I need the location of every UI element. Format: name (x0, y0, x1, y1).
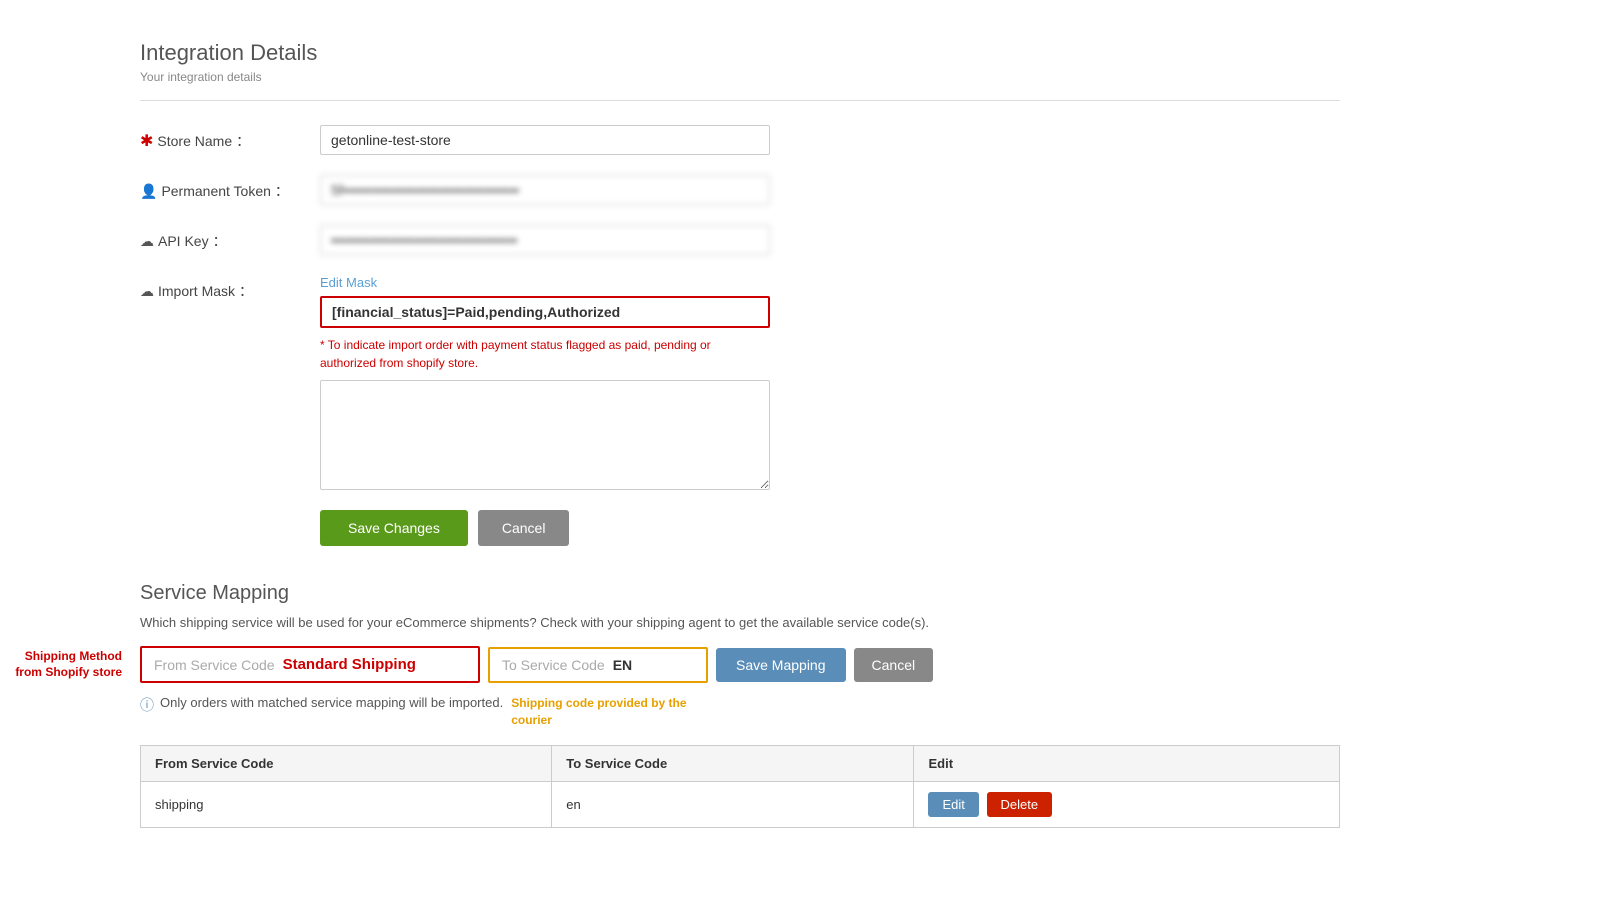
notes-row: ⓘ Only orders with matched service mappi… (140, 695, 1340, 729)
from-service-input-container[interactable]: From Service Code Standard Shipping (140, 646, 480, 683)
save-mapping-button[interactable]: Save Mapping (716, 648, 846, 682)
cancel-button[interactable]: Cancel (478, 510, 570, 546)
to-service-cell: en (552, 781, 914, 827)
import-mask-label: ☁ Import Mask ： (140, 275, 320, 301)
store-name-row: ✱ Store Name ： (140, 125, 1340, 155)
service-mapping-title: Service Mapping (140, 582, 1340, 605)
permanent-token-input[interactable] (320, 175, 770, 205)
from-service-placeholder: From Service Code (154, 657, 275, 673)
import-mask-row: ☁ Import Mask ： Edit Mask * To indicate … (140, 275, 1340, 490)
table-header: From Service Code To Service Code Edit (141, 745, 1340, 781)
import-mask-input[interactable] (320, 296, 770, 328)
edit-mask-link[interactable]: Edit Mask (320, 275, 770, 290)
api-key-label: ☁ API Key ： (140, 225, 320, 251)
to-service-placeholder: To Service Code (502, 657, 605, 673)
edit-cell: Edit Delete (914, 781, 1340, 827)
import-mask-textarea[interactable] (320, 380, 770, 490)
col-from-service: From Service Code (141, 745, 552, 781)
table-body: shipping en Edit Delete (141, 781, 1340, 827)
form-button-row: Save Changes Cancel (320, 510, 1340, 546)
cloud-icon-2: ☁ (140, 283, 154, 300)
service-mapping-table: From Service Code To Service Code Edit s… (140, 745, 1340, 828)
col-to-service: To Service Code (552, 745, 914, 781)
page-title: Integration Details (140, 40, 1340, 66)
cancel-mapping-button[interactable]: Cancel (854, 648, 934, 682)
user-icon: 👤 (140, 183, 157, 200)
service-input-section: Shipping Method from Shopify store From … (140, 646, 1340, 683)
permanent-token-row: 👤 Permanent Token ： (140, 175, 1340, 205)
store-name-label: ✱ Store Name ： (140, 125, 320, 151)
api-key-row: ☁ API Key ： (140, 225, 1340, 255)
courier-note: Shipping code provided by the courier (511, 695, 686, 729)
import-mask-wrapper: Edit Mask * To indicate import order wit… (320, 275, 770, 490)
table-header-row: From Service Code To Service Code Edit (141, 745, 1340, 781)
info-icon: ⓘ (140, 695, 154, 715)
col-edit: Edit (914, 745, 1340, 781)
only-orders-note: ⓘ Only orders with matched service mappi… (140, 695, 503, 715)
store-name-input[interactable] (320, 125, 770, 155)
api-key-input[interactable] (320, 225, 770, 255)
cloud-icon: ☁ (140, 233, 154, 250)
from-service-cell: shipping (141, 781, 552, 827)
to-service-input-container[interactable]: To Service Code EN (488, 647, 708, 683)
permanent-token-label: 👤 Permanent Token ： (140, 175, 320, 201)
save-changes-button[interactable]: Save Changes (320, 510, 468, 546)
service-mapping-desc: Which shipping service will be used for … (140, 615, 1340, 630)
section-divider (140, 100, 1340, 101)
required-star: ✱ (140, 131, 153, 151)
from-service-highlight: Standard Shipping (283, 656, 416, 673)
page-subtitle: Your integration details (140, 70, 1340, 84)
shipping-method-label: Shipping Method from Shopify store (0, 648, 122, 682)
service-input-row: Shipping Method from Shopify store From … (140, 646, 1340, 683)
table-row: shipping en Edit Delete (141, 781, 1340, 827)
to-service-value: EN (613, 657, 632, 673)
edit-row-button[interactable]: Edit (928, 792, 978, 817)
import-mask-hint: * To indicate import order with payment … (320, 336, 770, 372)
delete-row-button[interactable]: Delete (987, 792, 1053, 817)
